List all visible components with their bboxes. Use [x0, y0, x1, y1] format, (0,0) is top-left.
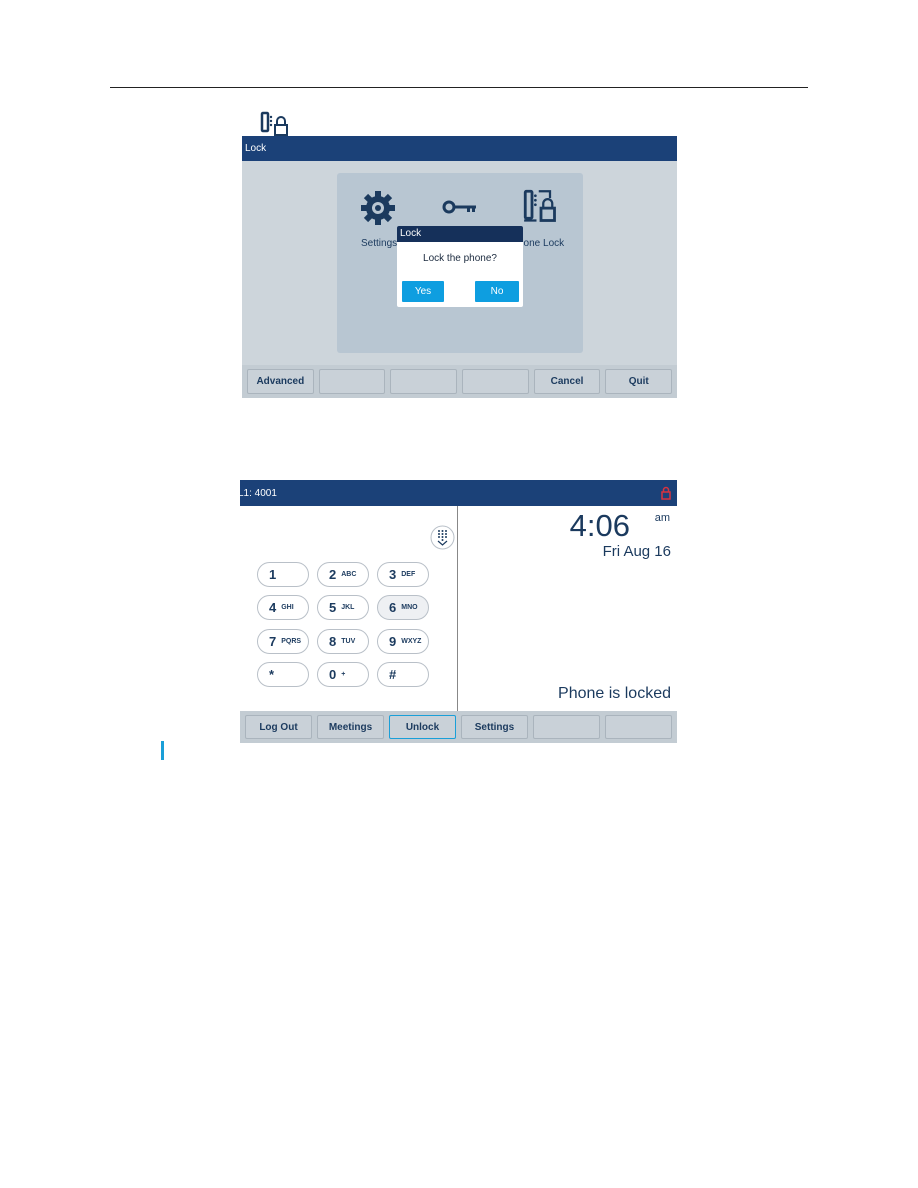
key-letters: JKL [341, 604, 355, 611]
key-letters: + [341, 671, 346, 678]
phone-lock-label: hone Lock [518, 238, 565, 249]
key-letters: GHI [281, 604, 294, 611]
key-9[interactable]: 9 WXYZ [377, 629, 429, 654]
empty-softkey[interactable] [605, 715, 672, 739]
key-digit: 7 [269, 634, 277, 649]
dialog-message: Lock the phone? [423, 253, 497, 264]
key-digit: 9 [389, 634, 397, 649]
settings-softkey[interactable]: Settings [461, 715, 528, 739]
icon-panel: Settings hone Lock Lock Lock the phone? … [337, 173, 583, 353]
key-digit: 8 [329, 634, 337, 649]
key-digit: 4 [269, 600, 277, 615]
key-letters: WXYZ [401, 638, 422, 645]
key-digit: 0 [329, 667, 337, 682]
unlock-softkey[interactable]: Unlock [389, 715, 456, 739]
margin-marker [161, 741, 164, 760]
empty-softkey[interactable] [533, 715, 600, 739]
lock-confirm-dialog: Lock Lock the phone? Yes No [397, 226, 523, 307]
key-digit: 1 [269, 567, 277, 582]
clock-time: 4:06 [569, 508, 630, 543]
lock-status-text: Phone is locked [558, 685, 671, 702]
empty-softkey[interactable] [318, 369, 386, 394]
key-digit: 3 [389, 567, 397, 582]
key-digit: * [269, 667, 275, 682]
key-digit: 5 [329, 600, 337, 615]
phone-lock-icon[interactable] [523, 189, 559, 225]
empty-softkey[interactable] [462, 369, 529, 394]
key-6[interactable]: 6 MNO [377, 595, 429, 620]
phone-lock-icon [260, 111, 288, 136]
key-7[interactable]: 7 PQRS [257, 629, 309, 654]
key-8[interactable]: 8 TUV [317, 629, 369, 654]
key-star[interactable]: * [257, 662, 309, 687]
meetings-softkey[interactable]: Meetings [317, 715, 384, 739]
header-title: Lock [245, 143, 267, 154]
key-digit: 2 [329, 567, 337, 582]
key-digit: # [389, 667, 397, 682]
key-icon[interactable] [442, 199, 478, 215]
dialog-title: Lock [397, 226, 523, 242]
log-out-softkey[interactable]: Log Out [245, 715, 312, 739]
key-letters: ABC [341, 571, 357, 578]
key-3[interactable]: 3 DEF [377, 562, 429, 587]
advanced-softkey[interactable]: Advanced [247, 369, 314, 394]
pane-divider [457, 506, 458, 711]
lock-menu-screen: Lock Settings hone Lock Lock Lock the ph… [242, 136, 677, 398]
gear-icon[interactable] [360, 190, 396, 226]
page-header-rule [110, 87, 808, 88]
key-hash[interactable]: # [377, 662, 429, 687]
dialpad-toggle-icon[interactable] [430, 525, 455, 550]
key-5[interactable]: 5 JKL [317, 595, 369, 620]
yes-button[interactable]: Yes [402, 281, 444, 302]
key-4[interactable]: 4 GHI [257, 595, 309, 620]
lock-status-icon [661, 486, 671, 500]
screen-header: Lock [242, 136, 677, 161]
cancel-softkey[interactable]: Cancel [533, 369, 601, 394]
softkey-bar: Log Out Meetings Unlock Settings [240, 711, 677, 743]
key-letters: PQRS [281, 638, 302, 645]
empty-softkey[interactable] [390, 369, 458, 394]
key-0[interactable]: 0 + [317, 662, 369, 687]
softkey-bar: Advanced Cancel Quit [242, 365, 677, 398]
clock-date: Fri Aug 16 [602, 543, 671, 560]
quit-softkey[interactable]: Quit [605, 369, 673, 394]
line-label: L1: 4001 [238, 487, 277, 499]
key-1[interactable]: 1 [257, 562, 309, 587]
key-letters: MNO [401, 604, 418, 611]
key-2[interactable]: 2 ABC [317, 562, 369, 587]
no-button[interactable]: No [475, 281, 519, 302]
settings-label: Settings [361, 238, 398, 249]
key-letters: TUV [341, 638, 356, 645]
key-digit: 6 [389, 600, 397, 615]
clock-ampm: am [654, 512, 670, 524]
key-letters: DEF [401, 571, 416, 578]
locked-idle-screen: L1: 4001 1 2 ABC 3 DEF 4 GHI 5 JKL 6 MNO 7 PQRS 8 TUV 9… [238, 480, 677, 743]
screen-header: L1: 4001 [238, 480, 677, 506]
